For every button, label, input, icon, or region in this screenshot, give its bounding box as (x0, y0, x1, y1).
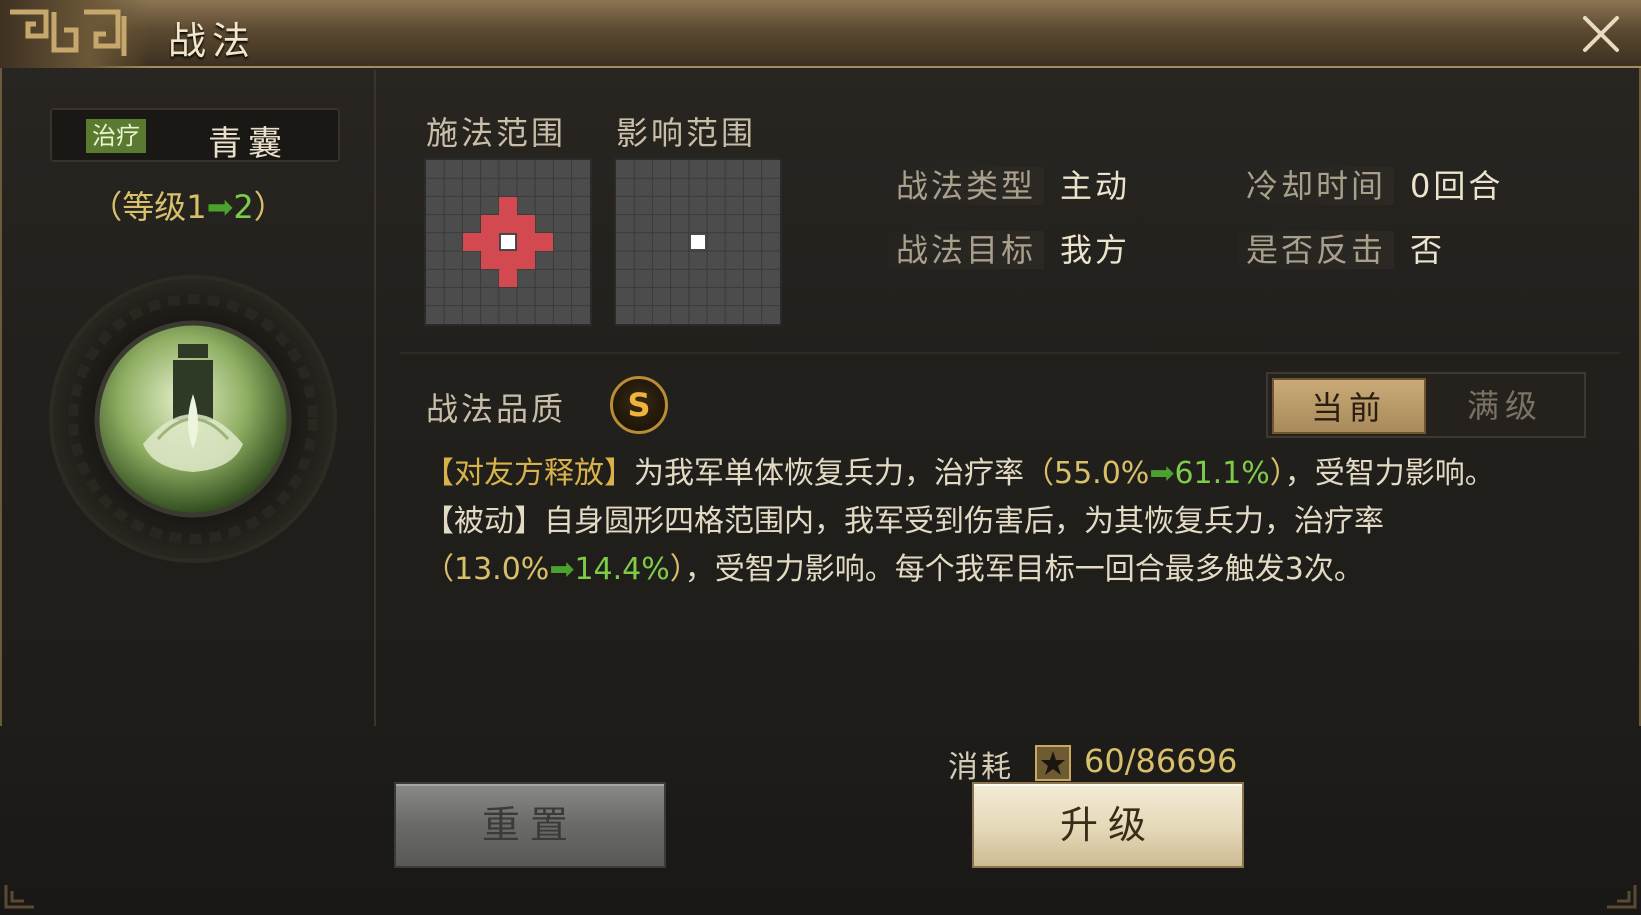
quality-label: 战法品质 (426, 390, 567, 428)
title-ornament (0, 0, 150, 68)
paren-close: ） (669, 552, 685, 587)
arrow-right-icon: ➡ (1149, 456, 1175, 491)
close-icon (1583, 16, 1619, 52)
upgrade-button[interactable]: 升级 (972, 782, 1244, 868)
stat-skill-type: 战法类型 主动 (888, 162, 1130, 210)
tab-max-level[interactable]: 满级 (1428, 378, 1582, 434)
cast-range-label: 施法范围 (426, 114, 567, 152)
quality-grade-badge: S (610, 376, 668, 434)
active-tail: ，受智力影响。 (1284, 456, 1495, 491)
level-change: （等级1➡2） (0, 182, 376, 228)
paren-open: （ (424, 552, 454, 587)
stat-value: 我方 (1060, 231, 1131, 269)
cost-label: 消耗 (948, 750, 1014, 785)
effect-range-grid (614, 158, 782, 326)
skill-point-icon (1035, 745, 1071, 781)
level-view-toggle: 当前 满级 (1266, 372, 1586, 438)
level-open: （等级 (90, 188, 187, 226)
action-bar (0, 726, 1641, 915)
passive-rate-to: 14.4% (574, 552, 670, 587)
corner-ornament-icon (1607, 885, 1637, 909)
stat-key: 战法目标 (888, 231, 1045, 269)
stat-cooldown: 冷却时间 0回合 (1238, 162, 1503, 210)
stat-key: 是否反击 (1238, 231, 1395, 269)
description-passive: 【被动】自身圆形四格范围内，我军受到伤害后，为其恢复兵力，治疗率 （13.0%➡1… (424, 498, 1594, 594)
paren-open: （ (1024, 456, 1054, 491)
skill-emblem-icon (49, 275, 337, 563)
heal-rate-from: 55.0% (1054, 456, 1150, 491)
close-button[interactable] (1579, 12, 1623, 56)
skill-type-tag: 治疗 (86, 119, 146, 153)
paren-close: ） (1269, 456, 1285, 491)
arrow-right-icon: ➡ (206, 188, 234, 226)
passive-tail: ，受智力影响。每个我军目标一回合最多触发3次。 (684, 552, 1364, 587)
stat-counter: 是否反击否 (1238, 226, 1445, 274)
arrow-right-icon: ➡ (549, 552, 575, 587)
cast-range-grid (424, 158, 592, 326)
fret-pattern-icon (10, 9, 127, 56)
stat-value: 主动 (1060, 167, 1131, 205)
corner-ornament-icon (4, 885, 34, 909)
stat-target: 战法目标 我方 (888, 226, 1130, 274)
stat-key: 冷却时间 (1238, 167, 1395, 205)
active-text: 为我军单体恢复兵力，治疗率 (634, 456, 1024, 491)
passive-text: 自身圆形四格范围内，我军受到伤害后，为其恢复兵力，治疗率 (544, 504, 1384, 539)
heal-rate-to: 61.1% (1174, 456, 1270, 491)
skill-name: 青囊 (208, 124, 288, 164)
stat-value: 0回合 (1410, 167, 1504, 205)
reset-button[interactable]: 重置 (394, 782, 666, 868)
skill-summary: 治疗 青囊 （等级1➡2） (0, 70, 376, 726)
cast-range-map (426, 160, 590, 324)
skill-description: 【对友方释放】为我军单体恢复兵力，治疗率（55.0%➡61.1%），受智力影响。… (424, 450, 1594, 594)
active-tag: 【对友方释放】 (424, 456, 634, 491)
passive-rate-from: 13.0% (454, 552, 550, 587)
cost-value: 60/86696 (1084, 742, 1238, 780)
level-to: 2 (233, 188, 254, 226)
window-title: 战法 (168, 19, 257, 63)
level-from: 1 (186, 188, 207, 226)
tab-current[interactable]: 当前 (1272, 378, 1426, 434)
stat-key: 战法类型 (888, 167, 1045, 205)
passive-tag: 【被动】 (424, 504, 544, 539)
section-divider (400, 352, 1620, 354)
description-active: 【对友方释放】为我军单体恢复兵力，治疗率（55.0%➡61.1%），受智力影响。 (424, 450, 1594, 498)
effect-range-map (616, 160, 780, 324)
effect-range-label: 影响范围 (616, 114, 757, 152)
skill-name-box: 治疗 青囊 (50, 108, 340, 164)
stat-value: 否 (1410, 231, 1446, 269)
level-close: ） (253, 188, 286, 226)
title-bar: 战法 (0, 0, 1641, 68)
